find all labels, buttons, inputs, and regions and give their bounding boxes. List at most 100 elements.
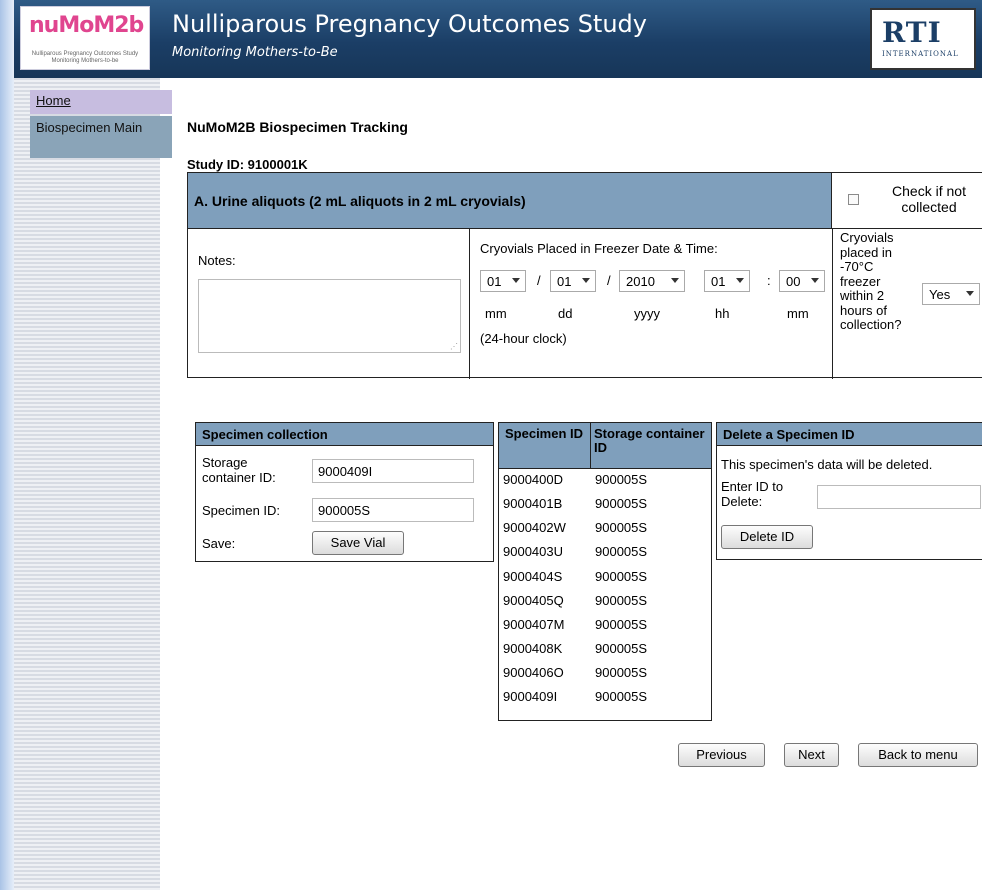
specimen-id-cell: 9000404S	[503, 569, 563, 584]
logo-subtext: Nulliparous Pregnancy Outcomes Study Mon…	[31, 51, 139, 64]
minute-select[interactable]: 00	[779, 270, 825, 292]
sidebar-item-biospecimen-main[interactable]: Biospecimen Main	[30, 116, 172, 158]
rti-logo-text: RTI	[882, 16, 942, 49]
storage-container-label: Storage container ID:	[202, 455, 276, 485]
table-row: 9000406O 900005S	[499, 661, 711, 685]
specimen-id-cell: 9000405Q	[503, 593, 564, 608]
save-vial-button[interactable]: Save Vial	[312, 531, 404, 555]
storage-container-input[interactable]: 9000409I	[312, 459, 474, 483]
delete-specimen-heading: Delete a Specimen ID	[723, 427, 855, 442]
sidebar-item-biospecimen-main-label[interactable]: Biospecimen Main	[36, 119, 146, 136]
study-id: Study ID: 9100001K	[187, 157, 308, 172]
specimen-id-cell: 9000402W	[503, 520, 566, 535]
specimen-id-cell: 9000408K	[503, 641, 563, 656]
date-separator: /	[537, 273, 541, 288]
delete-specimen-header: Delete a Specimen ID	[717, 423, 982, 446]
delete-id-button[interactable]: Delete ID	[721, 525, 813, 549]
specimen-id-cell: 9000400D	[503, 472, 563, 487]
specimen-collection-panel: Specimen collection Storage container ID…	[195, 422, 494, 562]
storage-id-cell: 900005S	[595, 569, 648, 584]
sidebar: Home Biospecimen Main	[14, 78, 172, 890]
date-separator: /	[607, 273, 611, 288]
storage-id-cell: 900005S	[595, 520, 648, 535]
delete-warning: This specimen's data will be deleted.	[721, 457, 933, 472]
section-header: A. Urine aliquots (2 mL aliquots in 2 mL…	[188, 173, 832, 228]
year-select[interactable]: 2010	[619, 270, 685, 292]
chevron-down-icon	[811, 278, 819, 283]
month-value: 01	[487, 274, 502, 289]
page-left-strip	[0, 0, 14, 890]
urine-aliquots-section: A. Urine aliquots (2 mL aliquots in 2 mL…	[187, 172, 982, 379]
table-row: 9000403U 900005S	[499, 540, 711, 564]
table-row: 9000408K 900005S	[499, 637, 711, 661]
storage-id-cell: 900005S	[595, 689, 648, 704]
numom2b-logo: nuMoM2b Nulliparous Pregnancy Outcomes S…	[20, 6, 150, 70]
next-button[interactable]: Next	[784, 743, 839, 767]
minute-unit: mm	[787, 306, 809, 321]
specimen-id-label: Specimen ID:	[202, 503, 281, 518]
table-row: 9000409I 900005S	[499, 685, 711, 709]
table-row: 9000402W 900005S	[499, 516, 711, 540]
specimen-id-cell: 9000407M	[503, 617, 565, 632]
app-header: nuMoM2b Nulliparous Pregnancy Outcomes S…	[14, 0, 982, 78]
not-collected-label: Check if not collected	[892, 183, 966, 215]
specimen-id-cell: 9000409I	[503, 689, 558, 704]
notes-divider	[469, 228, 470, 379]
column-header-storage-container-id: Storage container ID	[594, 426, 705, 455]
hour-select[interactable]: 01	[704, 270, 750, 292]
delete-id-input[interactable]	[817, 485, 981, 509]
specimen-table-header: Specimen ID Storage container ID	[499, 423, 711, 469]
notes-label: Notes:	[198, 253, 236, 268]
sidebar-item-home[interactable]: Home	[30, 90, 172, 114]
logo-text: nuMoM2b	[29, 13, 144, 38]
storage-container-value: 9000409I	[318, 464, 373, 479]
rti-logo: RTI INTERNATIONAL	[870, 8, 976, 70]
specimen-id-cell: 9000401B	[503, 496, 563, 511]
clock-note: (24-hour clock)	[480, 331, 567, 346]
year-value: 2010	[626, 274, 655, 289]
column-header-specimen-id: Specimen ID	[505, 426, 584, 441]
specimen-table: Specimen ID Storage container ID 9000400…	[498, 422, 712, 721]
table-row: 9000404S 900005S	[499, 565, 711, 589]
specimen-id-input[interactable]: 900005S	[312, 498, 474, 522]
cryo-question: Cryovials placed in -70°C freezer within…	[840, 230, 902, 332]
cryo-answer-select[interactable]: Yes	[922, 283, 980, 305]
month-unit: mm	[485, 306, 507, 321]
storage-id-cell: 900005S	[595, 665, 648, 680]
freezer-date-label: Cryovials Placed in Freezer Date & Time:	[480, 241, 718, 256]
previous-button[interactable]: Previous	[678, 743, 765, 767]
table-row: 9000401B 900005S	[499, 492, 711, 516]
chevron-down-icon	[582, 278, 590, 283]
chevron-down-icon	[736, 278, 744, 283]
specimen-collection-heading: Specimen collection	[202, 427, 328, 442]
sidebar-item-home-label[interactable]: Home	[36, 93, 71, 108]
save-label: Save:	[202, 536, 236, 551]
storage-id-cell: 900005S	[595, 472, 648, 487]
chevron-down-icon	[512, 278, 520, 283]
storage-id-cell: 900005S	[595, 617, 648, 632]
chevron-down-icon	[966, 291, 974, 296]
day-unit: dd	[558, 306, 573, 321]
back-to-menu-button[interactable]: Back to menu	[858, 743, 978, 767]
day-select[interactable]: 01	[550, 270, 596, 292]
hour-value: 01	[711, 274, 726, 289]
table-row: 9000400D 900005S	[499, 468, 711, 492]
specimen-collection-header: Specimen collection	[196, 423, 493, 446]
not-collected-checkbox[interactable]	[848, 194, 859, 205]
notes-textarea[interactable]: ⋰	[198, 279, 461, 353]
storage-id-cell: 900005S	[595, 496, 648, 511]
app-subtitle: Monitoring Mothers-to-Be	[172, 45, 338, 60]
cryo-answer-value: Yes	[929, 287, 951, 302]
specimen-id-cell: 9000403U	[503, 544, 563, 559]
delete-specimen-panel: Delete a Specimen ID This specimen's dat…	[716, 422, 982, 560]
not-collected-cell: Check if not collected	[832, 173, 982, 228]
resize-grip-icon[interactable]: ⋰	[450, 342, 458, 351]
section-divider	[188, 228, 982, 229]
page-title: NuMoM2B Biospecimen Tracking	[187, 119, 408, 135]
month-select[interactable]: 01	[480, 270, 526, 292]
specimen-id-value: 900005S	[318, 503, 371, 518]
column-divider	[590, 423, 591, 468]
time-separator: :	[767, 273, 771, 288]
storage-id-cell: 900005S	[595, 593, 648, 608]
delete-enter-label: Enter ID to Delete:	[721, 479, 784, 509]
